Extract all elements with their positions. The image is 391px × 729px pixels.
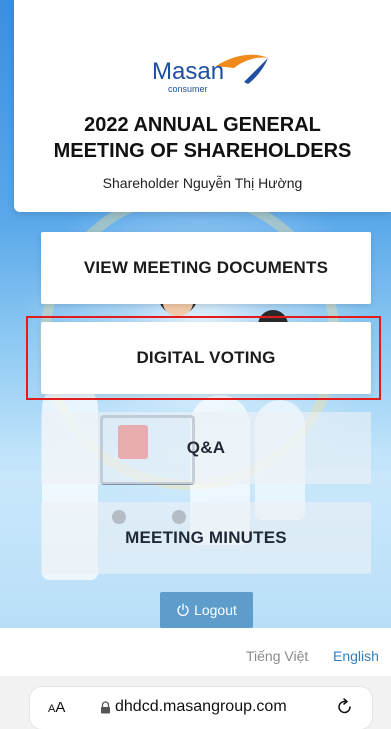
page-title: 2022 ANNUAL GENERAL MEETING OF SHAREHOLD… bbox=[14, 112, 391, 164]
url-text: dhdcd.masangroup.com bbox=[115, 698, 287, 715]
meeting-minutes-button[interactable]: MEETING MINUTES bbox=[41, 502, 371, 574]
page-title-line-2: MEETING OF SHAREHOLDERS bbox=[53, 140, 352, 162]
header-card: Masan consumer 2022 ANNUAL GENERAL MEETI… bbox=[14, 0, 391, 212]
reload-icon[interactable] bbox=[336, 698, 354, 716]
text-size-large-letter: A bbox=[55, 699, 66, 716]
qa-button[interactable]: Q&A bbox=[41, 412, 371, 484]
view-meeting-documents-button[interactable]: VIEW MEETING DOCUMENTS bbox=[41, 232, 371, 304]
language-switcher: Tiếng Việt English bbox=[0, 648, 391, 666]
logout-button[interactable]: Logout bbox=[160, 592, 253, 628]
lock-icon bbox=[101, 701, 110, 714]
masan-logo: Masan consumer bbox=[146, 52, 276, 94]
logo-subtitle: consumer bbox=[168, 84, 208, 94]
logo-name: Masan bbox=[152, 58, 225, 85]
page-title-line-1: 2022 ANNUAL GENERAL bbox=[84, 114, 321, 136]
language-vietnamese-link[interactable]: Tiếng Việt bbox=[246, 648, 308, 664]
power-icon bbox=[177, 603, 189, 616]
page: Masan consumer 2022 ANNUAL GENERAL MEETI… bbox=[0, 0, 391, 729]
logout-label: Logout bbox=[194, 602, 237, 618]
browser-address-bar[interactable]: AA dhdcd.masangroup.com bbox=[30, 687, 372, 729]
digital-voting-button[interactable]: DIGITAL VOTING bbox=[41, 322, 371, 394]
text-size-button[interactable]: AA bbox=[48, 699, 65, 716]
language-english-link[interactable]: English bbox=[333, 648, 379, 664]
shareholder-name: Shareholder Nguyễn Thị Hường bbox=[102, 175, 303, 191]
